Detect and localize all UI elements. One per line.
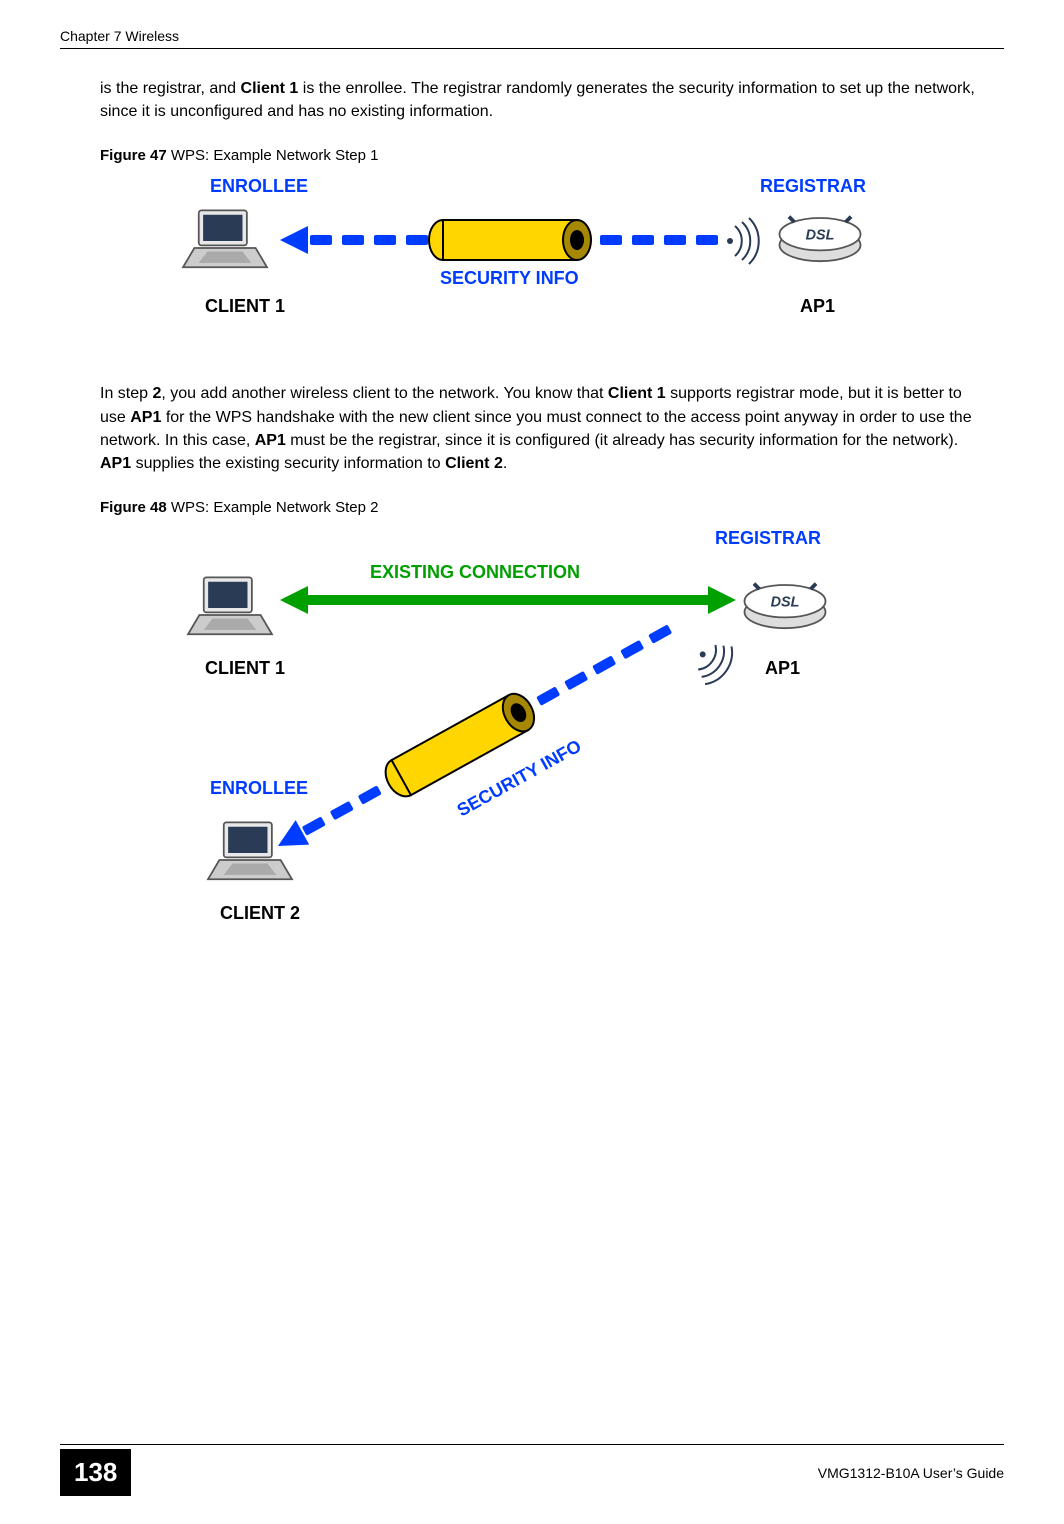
security-info-label: SECURITY INFO	[440, 268, 579, 289]
figure-number: Figure 47	[100, 147, 167, 164]
text-bold: Client 2	[445, 455, 503, 472]
arrow-left-icon	[280, 586, 308, 614]
router-icon: DSL	[775, 206, 865, 266]
guide-name: VMG1312-B10A User’s Guide	[818, 1465, 1004, 1481]
text: is the registrar, and	[100, 80, 241, 97]
page-number: 138	[60, 1449, 131, 1496]
wifi-icon	[680, 628, 750, 698]
arrow-left-icon	[280, 226, 308, 254]
laptop-icon	[185, 573, 275, 643]
client1-label: CLIENT 1	[205, 296, 285, 317]
router-icon: DSL	[740, 573, 830, 633]
svg-text:DSL: DSL	[806, 228, 835, 244]
figure47-caption: Figure 47 WPS: Example Network Step 1	[100, 147, 1004, 164]
figure47: ENROLLEE REGISTRAR	[120, 176, 964, 346]
text: .	[503, 455, 507, 472]
dashed-line	[310, 235, 428, 245]
svg-text:DSL: DSL	[771, 595, 800, 611]
ap1-label: AP1	[800, 296, 835, 317]
paragraph-1: is the registrar, and Client 1 is the en…	[100, 77, 984, 123]
client2-label: CLIENT 2	[220, 903, 300, 924]
text: , you add another wireless client to the…	[161, 385, 608, 402]
dashed-line	[600, 235, 718, 245]
text-bold: AP1	[100, 455, 131, 472]
chapter-title: Chapter 7 Wireless	[60, 28, 179, 44]
registrar-label: REGISTRAR	[760, 176, 866, 197]
arrow-right-icon	[708, 586, 736, 614]
laptop-icon	[180, 206, 270, 276]
figure-title: WPS: Example Network Step 2	[167, 499, 379, 516]
figure-title: WPS: Example Network Step 1	[167, 147, 379, 164]
text-bold: AP1	[255, 432, 286, 449]
text-bold: Client 1	[608, 385, 666, 402]
dashed-line	[536, 625, 672, 706]
paragraph-2: In step 2, you add another wireless clie…	[100, 382, 984, 475]
text: In step	[100, 385, 152, 402]
page-header: Chapter 7 Wireless	[60, 28, 1004, 49]
enrollee-label: ENROLLEE	[210, 778, 308, 799]
figure48-caption: Figure 48 WPS: Example Network Step 2	[100, 499, 1004, 516]
green-line	[308, 595, 708, 605]
page-footer: 138 VMG1312-B10A User’s Guide	[60, 1444, 1004, 1496]
dashed-line	[302, 785, 382, 835]
existing-connection-label: EXISTING CONNECTION	[370, 562, 580, 583]
figure-number: Figure 48	[100, 499, 167, 516]
text-bold: Client 1	[241, 80, 299, 97]
registrar-label: REGISTRAR	[715, 528, 821, 549]
client1-label: CLIENT 1	[205, 658, 285, 679]
text-bold: AP1	[130, 409, 161, 426]
figure48: REGISTRAR EXISTING CONNECTION DSL	[120, 528, 964, 948]
ap1-label: AP1	[765, 658, 800, 679]
wifi-icon	[720, 216, 770, 266]
enrollee-label: ENROLLEE	[210, 176, 308, 197]
laptop-icon	[205, 818, 295, 888]
text: supplies the existing security informati…	[131, 455, 445, 472]
text: must be the registrar, since it is confi…	[286, 432, 958, 449]
tube-icon	[425, 218, 595, 262]
